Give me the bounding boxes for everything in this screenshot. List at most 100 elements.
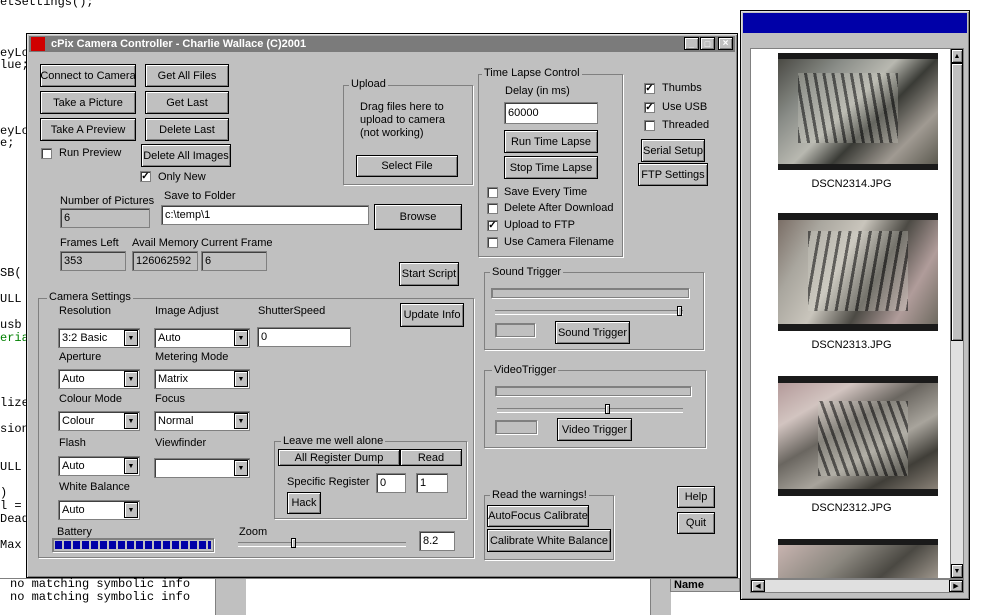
chevron-down-icon[interactable]: ▼ — [124, 413, 138, 429]
browse-button[interactable]: Browse — [374, 204, 462, 230]
chevron-down-icon[interactable]: ▼ — [234, 371, 248, 387]
register-address-field[interactable]: 0 — [376, 473, 406, 493]
minimize-button[interactable]: _ — [684, 37, 699, 50]
register-value-field[interactable]: 1 — [416, 473, 448, 493]
update-info-button[interactable]: Update Info — [400, 303, 464, 327]
get-last-button[interactable]: Get Last — [145, 91, 229, 114]
only-new-checkbox[interactable]: ✓ — [140, 171, 151, 182]
run-preview-checkbox[interactable] — [41, 148, 52, 159]
current-frame-label: Current Frame — [201, 237, 273, 249]
video-trigger-button[interactable]: Video Trigger — [557, 418, 632, 441]
chevron-down-icon[interactable]: ▼ — [234, 460, 248, 476]
thumbnail-image[interactable] — [778, 213, 938, 331]
use-camera-filename-checkbox[interactable] — [487, 237, 498, 248]
name-header-label: Name — [674, 579, 704, 591]
flash-label: Flash — [59, 437, 86, 449]
sound-trigger-button[interactable]: Sound Trigger — [555, 321, 630, 344]
code-line: lize — [0, 396, 29, 410]
current-frame-field: 6 — [201, 251, 267, 271]
sound-slider-track[interactable] — [495, 310, 683, 315]
main-window: cPix Camera Controller - Charlie Wallace… — [26, 33, 738, 578]
stop-time-lapse-button[interactable]: Stop Time Lapse — [504, 156, 598, 179]
flash-value: Auto — [62, 460, 85, 472]
all-register-dump-button[interactable]: All Register Dump — [278, 449, 400, 466]
thumbnail-image[interactable] — [778, 53, 938, 170]
white-balance-select[interactable]: Auto ▼ — [58, 500, 140, 520]
sound-slider-thumb[interactable] — [677, 306, 682, 316]
battery-meter — [52, 538, 214, 552]
thumbnail-hscrollbar[interactable]: ◀ ▶ — [750, 579, 964, 593]
metering-mode-label: Metering Mode — [155, 351, 229, 363]
select-file-button[interactable]: Select File — [356, 155, 458, 177]
zoom-slider-thumb[interactable] — [291, 538, 296, 548]
zoom-field[interactable]: 8.2 — [419, 531, 455, 551]
colour-mode-select[interactable]: Colour ▼ — [58, 411, 140, 431]
connect-camera-button[interactable]: Connect to Camera — [40, 64, 136, 87]
threaded-checkbox[interactable] — [644, 120, 655, 131]
thumbnail-vscrollbar[interactable]: ▲ ▼ — [950, 48, 964, 579]
delete-last-button[interactable]: Delete Last — [145, 118, 229, 141]
chevron-down-icon[interactable]: ▼ — [234, 413, 248, 429]
video-slider-track[interactable] — [497, 408, 683, 413]
video-level-meter — [495, 386, 691, 396]
close-button[interactable]: × — [718, 37, 733, 50]
window-title: cPix Camera Controller - Charlie Wallace… — [51, 38, 307, 50]
upload-instructions: Drag files here to upload to camera (not… — [360, 101, 445, 139]
get-all-files-button[interactable]: Get All Files — [145, 64, 229, 87]
help-button[interactable]: Help — [677, 486, 715, 508]
take-preview-button[interactable]: Take A Preview — [40, 118, 136, 141]
chevron-down-icon[interactable]: ▼ — [124, 502, 138, 518]
maximize-icon: □ — [704, 38, 711, 49]
chevron-down-icon[interactable]: ▼ — [124, 458, 138, 474]
quit-button[interactable]: Quit — [677, 512, 715, 534]
focus-select[interactable]: Normal ▼ — [154, 411, 250, 431]
use-usb-checkbox[interactable]: ✓ — [644, 102, 655, 113]
video-slider-thumb[interactable] — [605, 404, 610, 414]
aperture-label: Aperture — [59, 351, 102, 363]
thumbnail-image[interactable] — [778, 376, 938, 496]
thumbnail-photo-cables — [818, 401, 908, 476]
metering-mode-select[interactable]: Matrix ▼ — [154, 369, 250, 389]
resolution-select[interactable]: 3:2 Basic ▼ — [58, 328, 140, 348]
scroll-thumb[interactable] — [951, 63, 963, 341]
camera-settings-title: Camera Settings — [47, 291, 133, 303]
thumbnail-image[interactable] — [778, 539, 938, 578]
thumbnail-title-bar — [743, 13, 967, 33]
maximize-button[interactable]: □ — [700, 37, 715, 50]
thumbs-checkbox[interactable]: ✓ — [644, 83, 655, 94]
scroll-left-button[interactable]: ◀ — [751, 580, 765, 592]
hack-button[interactable]: Hack — [287, 492, 321, 514]
run-time-lapse-button[interactable]: Run Time Lapse — [504, 130, 598, 153]
flash-select[interactable]: Auto ▼ — [58, 456, 140, 476]
delete-after-download-checkbox[interactable] — [487, 203, 498, 214]
image-adjust-select[interactable]: Auto ▼ — [154, 328, 250, 348]
chevron-down-icon[interactable]: ▼ — [124, 371, 138, 387]
ftp-settings-button[interactable]: FTP Settings — [638, 163, 708, 186]
save-folder-field[interactable]: c:\temp\1 — [161, 205, 369, 225]
read-register-button[interactable]: Read — [400, 449, 462, 466]
autofocus-calibrate-button[interactable]: AutoFocus Calibrate — [487, 505, 589, 527]
viewfinder-label: Viewfinder — [155, 437, 207, 449]
upload-to-ftp-checkbox[interactable]: ✓ — [487, 220, 498, 231]
chevron-down-icon[interactable]: ▼ — [124, 330, 138, 346]
start-script-button[interactable]: Start Script — [399, 262, 459, 286]
scroll-down-button[interactable]: ▼ — [951, 564, 963, 578]
resolution-label: Resolution — [59, 305, 111, 317]
take-picture-button[interactable]: Take a Picture — [40, 91, 136, 114]
aperture-select[interactable]: Auto ▼ — [58, 369, 140, 389]
viewfinder-select[interactable]: ▼ — [154, 458, 250, 478]
scroll-right-button[interactable]: ▶ — [949, 580, 963, 592]
chevron-down-icon[interactable]: ▼ — [234, 330, 248, 346]
calibrate-white-balance-button[interactable]: Calibrate White Balance — [487, 529, 611, 552]
save-every-time-checkbox[interactable] — [487, 187, 498, 198]
scroll-up-button[interactable]: ▲ — [951, 49, 963, 63]
delay-field[interactable]: 60000 — [504, 102, 598, 124]
title-bar: cPix Camera Controller - Charlie Wallace… — [29, 36, 735, 52]
delay-label: Delay (in ms) — [505, 85, 570, 97]
shutter-speed-field[interactable]: 0 — [257, 327, 351, 347]
zoom-slider-track[interactable] — [238, 542, 406, 547]
shutter-speed-label: ShutterSpeed — [258, 305, 326, 317]
delete-all-images-button[interactable]: Delete All Images — [141, 144, 231, 167]
serial-setup-button[interactable]: Serial Setup — [641, 139, 705, 162]
image-adjust-value: Auto — [158, 332, 181, 344]
